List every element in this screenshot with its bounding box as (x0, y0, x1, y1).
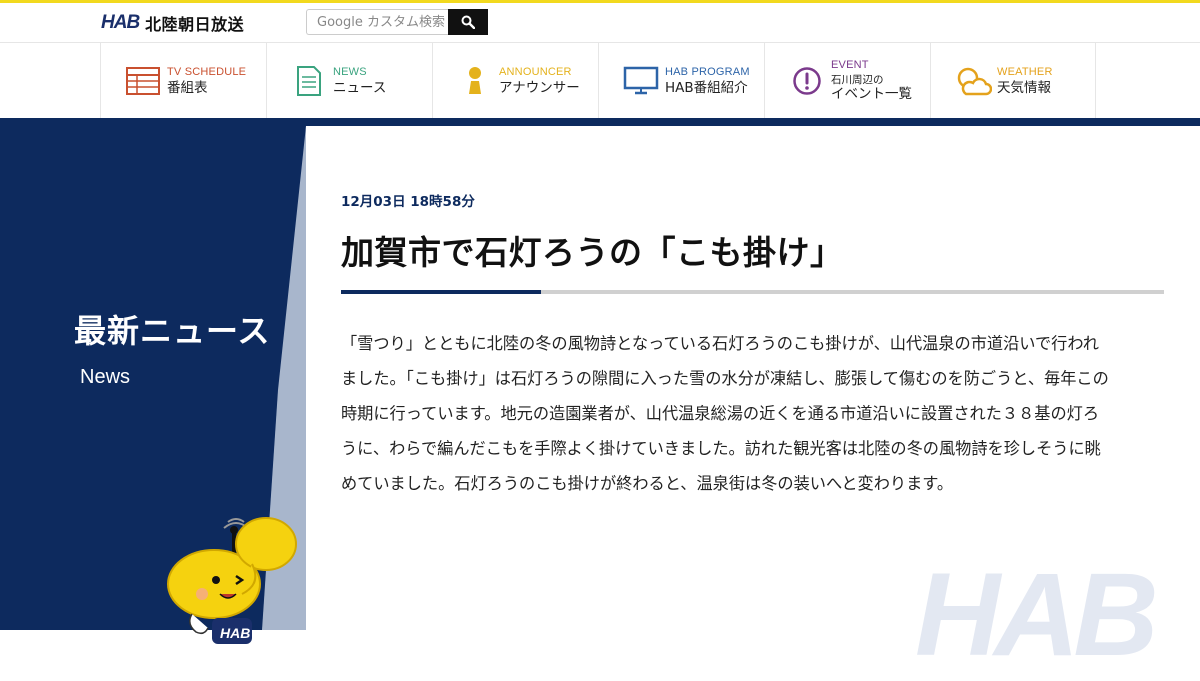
hab-watermark: HAB (915, 549, 1159, 681)
nav-label-ja: アナウンサー (499, 79, 580, 96)
nav-tv-schedule[interactable]: TV SCHEDULE 番組表 (100, 43, 266, 119)
nav-label-en: HAB PROGRAM (665, 65, 750, 78)
main-navigation: TV SCHEDULE 番組表 NEWS ニュース ANNOUNCER アナウン… (0, 42, 1200, 119)
nav-label-en: EVENT (831, 59, 869, 72)
search-input[interactable] (306, 9, 448, 35)
nav-announcer[interactable]: ANNOUNCER アナウンサー (432, 43, 598, 119)
article-body: 「雪つり」とともに北陸の冬の風物詩となっている石灯ろうのこも掛けが、山代温泉の市… (341, 334, 1109, 493)
nav-label-ja: 番組表 (167, 79, 208, 96)
tv-schedule-icon (123, 64, 163, 98)
article: 12月03日 18時58分 加賀市で石灯ろうの「こも掛け」 「雪つり」とともに北… (341, 190, 1164, 501)
logo-mark: HAB (101, 12, 140, 33)
search-icon (461, 15, 475, 29)
nav-label-ja: HAB番組紹介 (665, 79, 748, 96)
nav-label-en: ANNOUNCER (499, 65, 572, 78)
logo-text: 北陸朝日放送 (145, 15, 245, 34)
nav-label-en: NEWS (333, 65, 367, 78)
nav-label-ja: ニュース (333, 79, 387, 96)
article-title: 加賀市で石灯ろうの「こも掛け」 (341, 233, 844, 272)
top-bar: HAB 北陸朝日放送 (0, 3, 1200, 42)
nav-label-ja-line2: イベント一覧 (831, 86, 912, 103)
mascot-character-icon: HAB (167, 517, 297, 644)
mascot-badge: HAB (220, 625, 250, 641)
nav-label-en: TV SCHEDULE (167, 65, 247, 78)
sidebar-panel: HAB 最新ニュース News (0, 126, 310, 644)
news-icon (289, 64, 329, 98)
sidebar-title: 最新ニュース (74, 312, 271, 350)
announcer-icon (455, 64, 495, 98)
article-date: 12月03日 18時58分 (341, 194, 475, 210)
nav-news[interactable]: NEWS ニュース (266, 43, 432, 119)
title-divider (341, 290, 1164, 294)
nav-label-ja-line1: 石川周辺の (831, 74, 884, 87)
monitor-icon (621, 64, 661, 98)
nav-hab-program[interactable]: HAB PROGRAM HAB番組紹介 (598, 43, 764, 119)
event-icon (787, 64, 827, 98)
search-form (306, 9, 488, 35)
search-button[interactable] (448, 9, 488, 35)
title-divider-accent (341, 290, 541, 294)
nav-weather[interactable]: WEATHER 天気情報 (930, 43, 1096, 119)
nav-label-ja: 天気情報 (997, 79, 1051, 96)
weather-icon (953, 64, 993, 98)
nav-label-en: WEATHER (997, 65, 1053, 78)
site-logo[interactable]: HAB 北陸朝日放送 (101, 12, 244, 34)
header-divider (0, 118, 1200, 126)
nav-event[interactable]: EVENT 石川周辺の イベント一覧 (764, 43, 930, 119)
sidebar-subtitle: News (80, 366, 131, 388)
